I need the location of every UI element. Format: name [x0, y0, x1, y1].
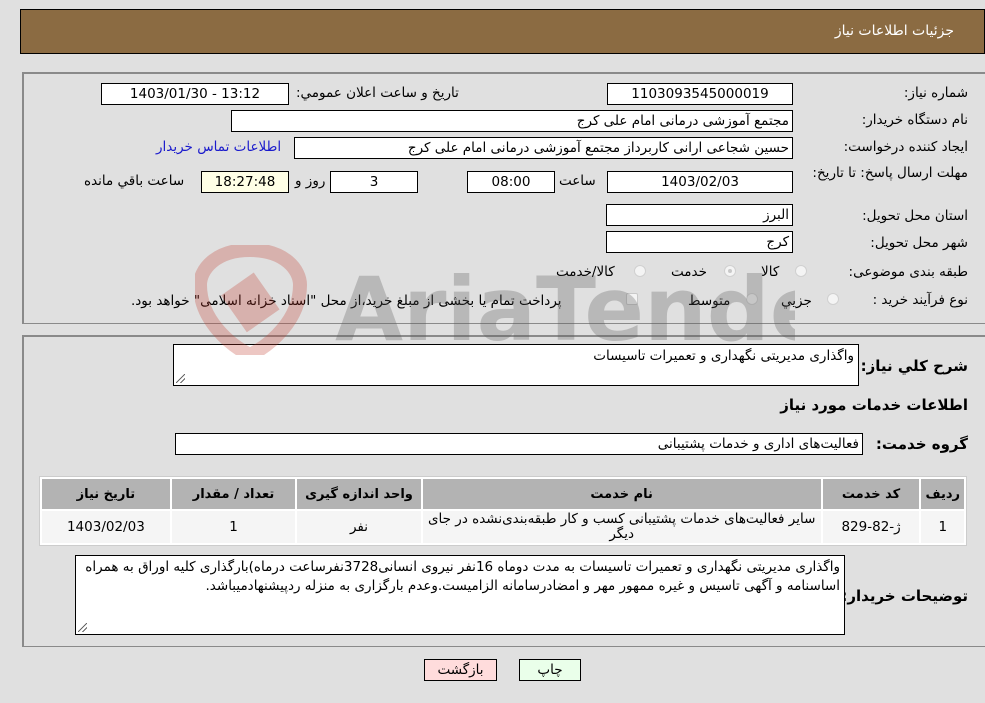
category-radio-service[interactable]	[724, 265, 736, 277]
treasury-checkbox[interactable]	[626, 293, 638, 305]
city-field[interactable]: کرج	[606, 231, 793, 253]
city-label: شهر محل تحويل:	[870, 235, 968, 251]
process-radio-minor[interactable]	[827, 293, 839, 305]
remaining-time-field[interactable]: 18:27:48	[201, 171, 289, 193]
cell-need-date: 1403/02/03	[42, 511, 170, 543]
process-radio-medium[interactable]	[746, 293, 758, 305]
buyer-notes-label: توضيحات خريدار:	[841, 587, 968, 605]
process-label: نوع فرآيند خريد :	[872, 292, 968, 308]
need-number-label: شماره نیاز:	[903, 85, 968, 101]
resize-grip-icon[interactable]	[176, 374, 185, 383]
col-quantity: تعداد / مقدار	[171, 479, 296, 509]
announce-label: تاریخ و ساعت اعلان عمومي:	[296, 85, 459, 101]
process-option-minor: جزيي	[781, 293, 812, 309]
col-unit: واحد اندازه گيری	[297, 479, 421, 509]
col-row-number: رديف	[921, 479, 964, 509]
days-remaining-field[interactable]: 3	[330, 171, 418, 193]
deadline-time-field[interactable]: 08:00	[467, 171, 555, 193]
services-heading: اطلاعات خدمات مورد نياز	[780, 396, 968, 414]
days-label: روز و	[295, 173, 326, 189]
buyer-notes-textarea[interactable]: واگذاری مدیریتی نگهداری و تعمیرات تاسیسا…	[75, 555, 845, 635]
page-title: جزئیات اطلاعات نیاز	[834, 23, 954, 39]
province-field[interactable]: البرز	[606, 204, 793, 226]
treasury-note: پرداخت تمام يا بخشی از مبلغ خريد،از محل …	[131, 293, 562, 309]
col-service-code: کد خدمت	[822, 479, 920, 509]
creator-field[interactable]: حسین شجاعی ارانی کاربرداز مجتمع آموزشی د…	[294, 137, 793, 159]
category-option-goods-service: کالا/خدمت	[556, 264, 615, 280]
service-group-field[interactable]: فعالیت‌های اداری و خدمات پشتیبانی	[175, 433, 863, 455]
service-group-label: گروه خدمت:	[875, 435, 968, 453]
deadline-date-field[interactable]: 1403/02/03	[607, 171, 793, 193]
col-service-name: نام خدمت	[422, 479, 821, 509]
announce-field[interactable]: 1403/01/30 - 13:12	[101, 83, 289, 105]
deadline-label: مهلت ارسال پاسخ: تا تاريخ:	[812, 165, 968, 181]
back-button[interactable]: بازگشت	[424, 659, 497, 681]
province-label: استان محل تحويل:	[862, 208, 968, 224]
category-radio-goods[interactable]	[795, 265, 807, 277]
summary-textarea[interactable]: واگذاری مدیریتی نگهداری و تعمیرات تاسیسا…	[173, 344, 859, 386]
summary-text: واگذاری مدیریتی نگهداری و تعمیرات تاسیسا…	[593, 348, 854, 364]
need-number-field[interactable]: 1103093545000019	[607, 83, 793, 105]
summary-label: شرح کلي نياز:	[860, 357, 968, 375]
print-button[interactable]: چاپ	[519, 659, 581, 681]
deadline-time-label: ساعت	[559, 173, 596, 189]
cell-unit: نفر	[297, 511, 421, 543]
cell-quantity: 1	[171, 511, 296, 543]
resize-grip-icon[interactable]	[78, 623, 87, 632]
buyer-contact-link[interactable]: اطلاعات تماس خريدار	[156, 139, 281, 155]
table-header-row: رديف کد خدمت نام خدمت واحد اندازه گيری ت…	[42, 479, 964, 509]
creator-label: ايجاد کننده درخواست:	[843, 139, 968, 155]
cell-row-number: 1	[921, 511, 964, 543]
category-label: طبقه بندی موضوعی:	[848, 264, 968, 280]
col-need-date: تاريخ نياز	[42, 479, 170, 509]
services-table: رديف کد خدمت نام خدمت واحد اندازه گيری ت…	[39, 476, 967, 546]
header-bar: جزئیات اطلاعات نیاز	[20, 9, 985, 54]
cell-service-code: ژ-82-829	[822, 511, 920, 543]
process-option-medium: متوسط	[688, 293, 731, 309]
buyer-org-label: نام دستگاه خريدار:	[861, 112, 968, 128]
category-radio-goods-service[interactable]	[634, 265, 646, 277]
buyer-notes-text: واگذاری مدیریتی نگهداری و تعمیرات تاسیسا…	[85, 559, 840, 594]
services-table-wrap: رديف کد خدمت نام خدمت واحد اندازه گيری ت…	[39, 476, 967, 546]
remaining-label: ساعت باقي مانده	[84, 173, 185, 189]
cell-service-name: سایر فعالیت‌های خدمات پشتیبانی کسب و کار…	[422, 511, 821, 543]
buyer-org-field[interactable]: مجتمع آموزشی درمانی امام علی کرج	[231, 110, 793, 132]
table-row: 1 ژ-82-829 سایر فعالیت‌های خدمات پشتیبان…	[42, 511, 964, 543]
category-option-service: خدمت	[671, 264, 707, 280]
category-option-goods: کالا	[761, 264, 780, 280]
